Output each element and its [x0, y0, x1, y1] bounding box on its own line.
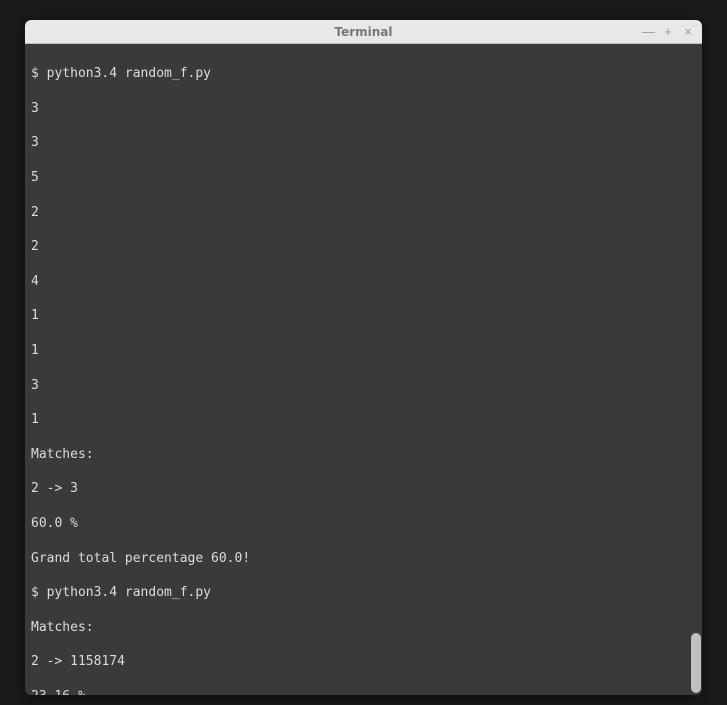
- prompt-line-2: $ python3.4 random_f.py: [31, 584, 696, 601]
- close-button[interactable]: ×: [682, 25, 694, 38]
- command-2: python3.4 random_f.py: [47, 584, 211, 601]
- terminal-content: $ python3.4 random_f.py 3 3 5 2 2 4 1 1 3…: [31, 48, 696, 695]
- percent-line: 23.16 %: [31, 688, 696, 695]
- command-1: python3.4 random_f.py: [47, 65, 211, 82]
- window-title: Terminal: [334, 25, 392, 39]
- output-line: 3: [31, 134, 696, 151]
- maximize-button[interactable]: +: [662, 25, 674, 38]
- percent-line: 60.0 %: [31, 515, 696, 532]
- output-line: 3: [31, 100, 696, 117]
- output-line: 2: [31, 238, 696, 255]
- prompt-symbol: $: [31, 584, 39, 601]
- match-line: 2 -> 1158174: [31, 653, 696, 670]
- output-line: 1: [31, 342, 696, 359]
- matches-header: Matches:: [31, 446, 696, 463]
- window-controls: — + ×: [642, 20, 694, 43]
- terminal-body[interactable]: $ python3.4 random_f.py 3 3 5 2 2 4 1 1 3…: [25, 44, 702, 695]
- prompt-symbol: $: [31, 65, 39, 82]
- match-line: 2 -> 3: [31, 480, 696, 497]
- terminal-window: Terminal — + × $ python3.4 random_f.py 3 …: [25, 20, 702, 695]
- minimize-button[interactable]: —: [642, 25, 654, 38]
- prompt-line-1: $ python3.4 random_f.py: [31, 65, 696, 82]
- output-line: 5: [31, 169, 696, 186]
- grand-total: Grand total percentage 60.0!: [31, 550, 696, 567]
- titlebar[interactable]: Terminal — + ×: [25, 20, 702, 44]
- matches-header: Matches:: [31, 619, 696, 636]
- output-line: 1: [31, 411, 696, 428]
- output-line: 4: [31, 273, 696, 290]
- scrollbar-thumb[interactable]: [691, 633, 701, 693]
- output-line: 2: [31, 204, 696, 221]
- output-line: 1: [31, 307, 696, 324]
- output-line: 3: [31, 377, 696, 394]
